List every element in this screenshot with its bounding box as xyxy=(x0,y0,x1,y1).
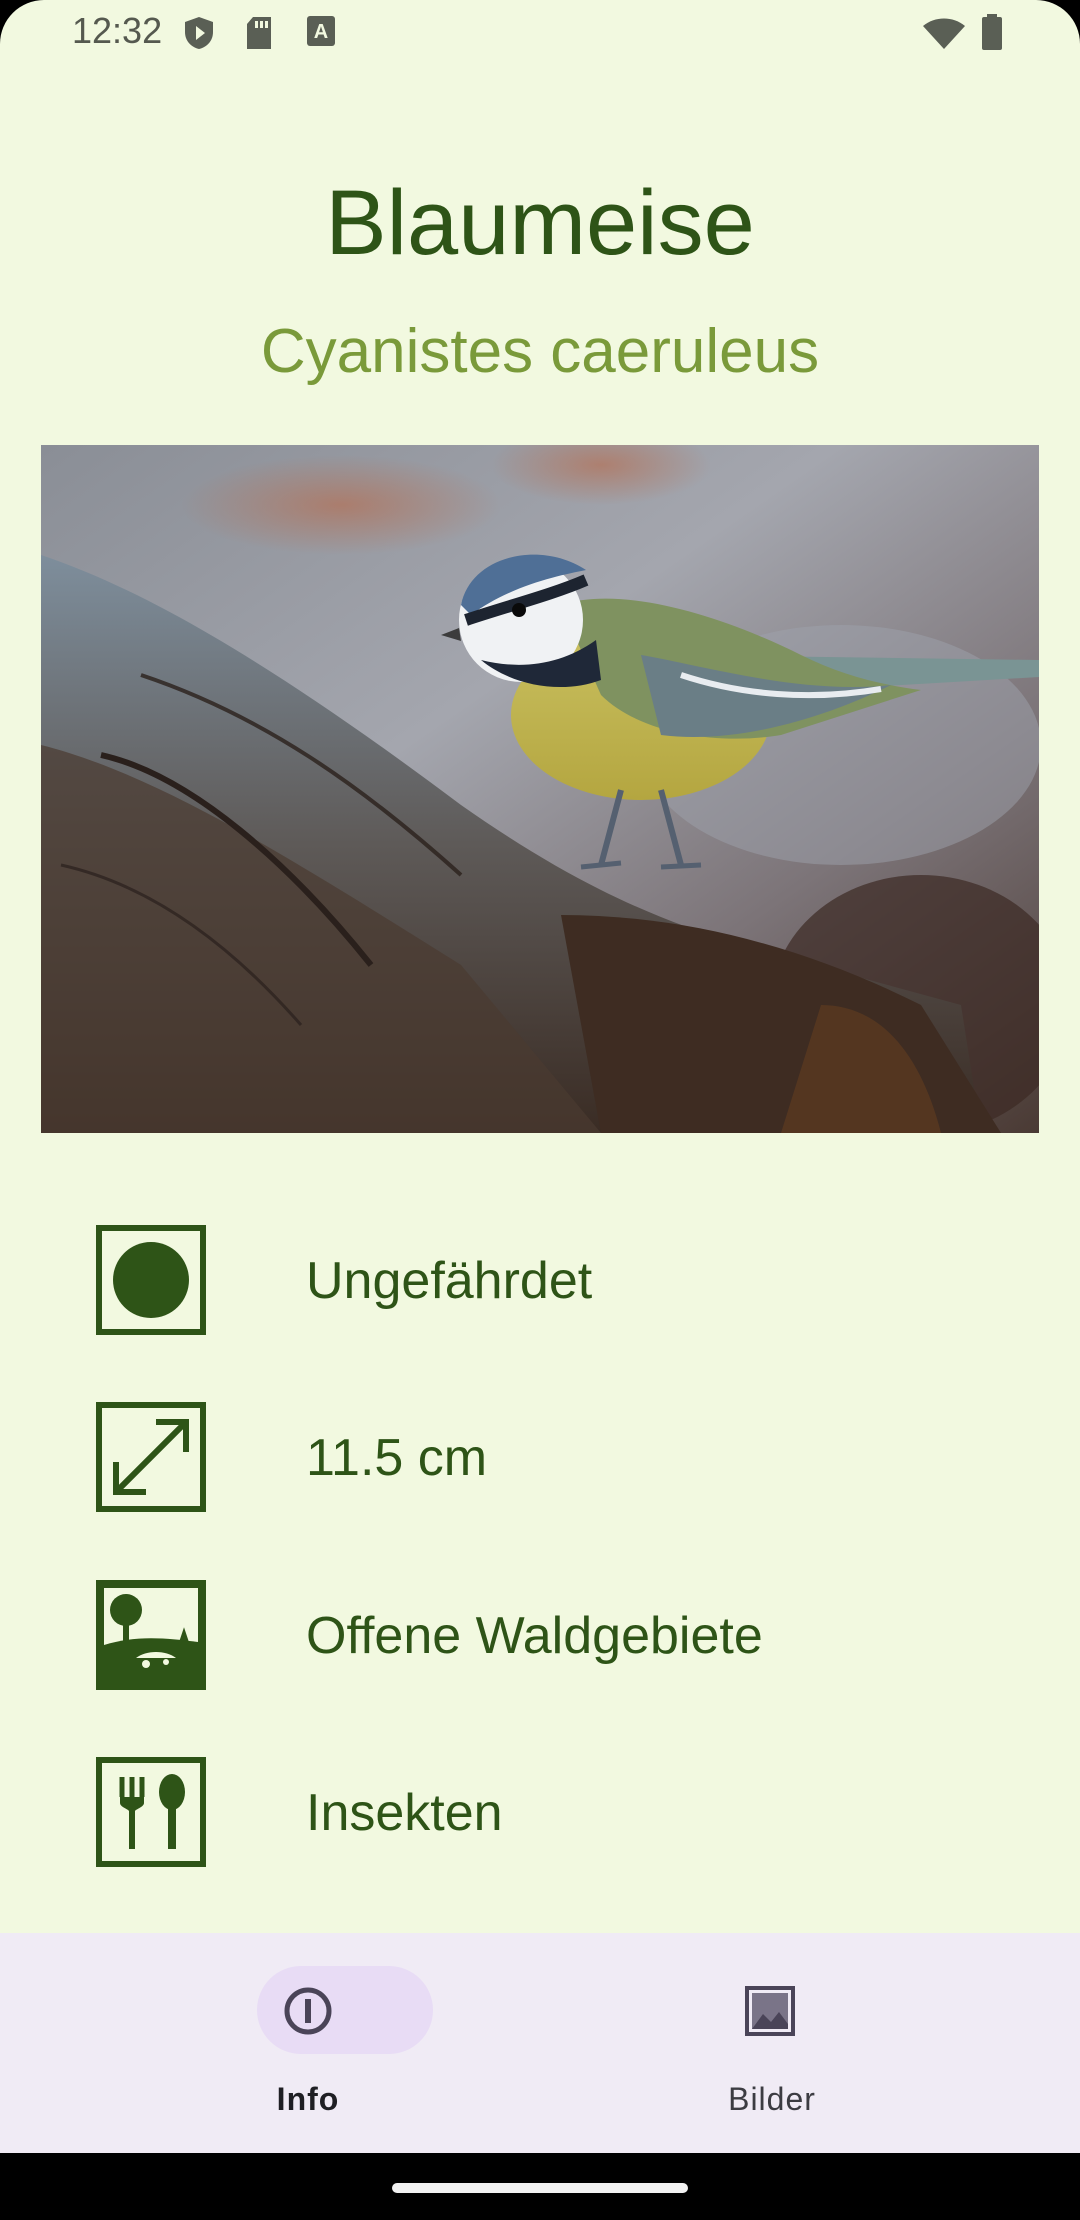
info-row-habitat: Offene Waldgebiete xyxy=(0,1580,1080,1700)
bottom-navigation: Info Bilder xyxy=(0,1933,1080,2153)
diet: Insekten xyxy=(306,1784,503,1842)
food-cutlery-icon xyxy=(96,1757,206,1867)
scientific-name: Cyanistes caeruleus xyxy=(260,317,820,386)
bird-size: 11.5 cm xyxy=(306,1429,488,1487)
info-row-size: 11.5 cm xyxy=(0,1402,1080,1522)
tab-info-label: Info xyxy=(276,2081,340,2117)
svg-text:A: A xyxy=(314,21,328,43)
conservation-status: Ungefährdet xyxy=(306,1252,593,1310)
habitat: Offene Waldgebiete xyxy=(306,1607,763,1665)
battery-icon xyxy=(981,14,1003,55)
app-screen: 12:32 A Blaumeise Cyanistes caeruleus Un… xyxy=(0,0,1080,2220)
tab-bilder[interactable]: Bilder xyxy=(502,1933,1042,2153)
status-time: 12:32 xyxy=(72,10,163,51)
status-circle-icon xyxy=(96,1225,206,1335)
tab-bilder-label: Bilder xyxy=(728,2081,816,2117)
blue-tit-photo xyxy=(41,445,1039,1133)
tab-info[interactable]: Info xyxy=(38,1933,578,2153)
wifi-icon xyxy=(922,18,966,55)
sd-card-icon xyxy=(245,16,273,55)
info-row-food: Insekten xyxy=(0,1757,1080,1877)
habitat-landscape-icon xyxy=(96,1580,206,1690)
image-icon xyxy=(745,1986,795,2036)
size-arrows-icon xyxy=(96,1402,206,1512)
info-icon xyxy=(283,1986,333,2036)
status-bar: 12:32 A xyxy=(0,0,1080,64)
home-gesture-handle[interactable] xyxy=(392,2183,688,2193)
gesture-navigation-area xyxy=(0,2153,1080,2220)
species-name: Blaumeise xyxy=(325,172,755,274)
info-row-status: Ungefährdet xyxy=(0,1225,1080,1345)
shield-play-icon xyxy=(183,16,215,55)
font-download-icon: A xyxy=(307,16,335,51)
